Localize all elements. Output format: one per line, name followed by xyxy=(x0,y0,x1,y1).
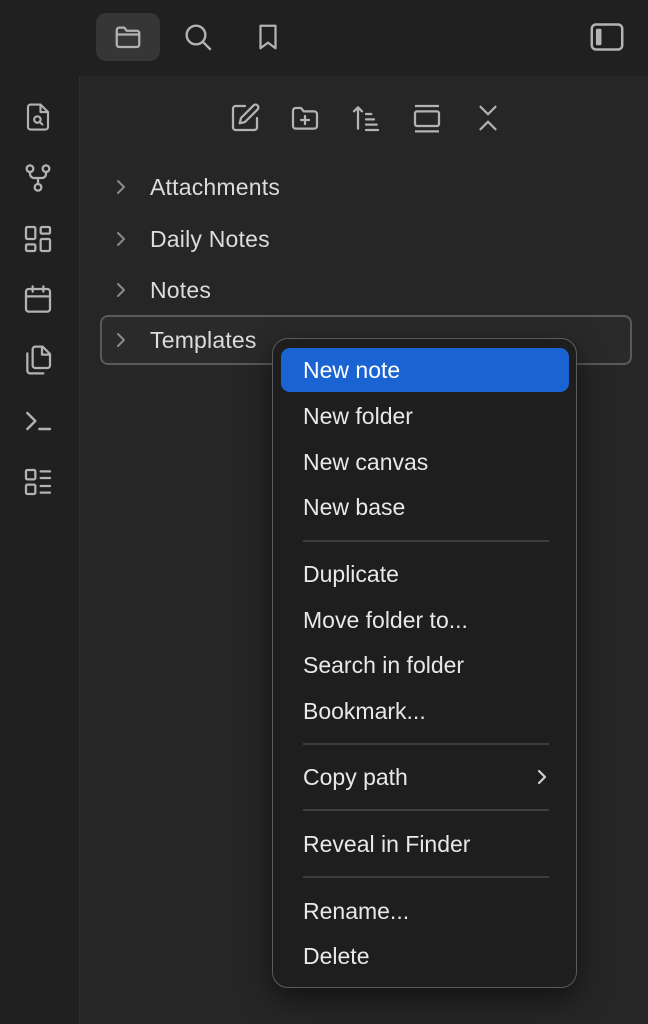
ribbon-templates[interactable] xyxy=(14,336,62,384)
menu-item-label: Copy path xyxy=(303,763,408,790)
tree-folder-label: Daily Notes xyxy=(150,225,270,252)
tree-folder-attachments[interactable]: Attachments xyxy=(100,162,632,212)
git-fork-icon xyxy=(22,162,54,194)
menu-item-reveal-in-finder[interactable]: Reveal in Finder xyxy=(281,822,569,866)
ribbon-daily-note[interactable] xyxy=(14,275,62,323)
menu-separator xyxy=(303,876,549,878)
sidebar-toggle-icon xyxy=(589,21,625,53)
menu-item-rename[interactable]: Rename... xyxy=(281,889,569,933)
menu-separator xyxy=(303,540,549,542)
ribbon-command-palette[interactable] xyxy=(14,397,62,445)
tab-files[interactable] xyxy=(96,13,160,61)
tree-folder-label: Notes xyxy=(150,276,212,303)
tree-folder-label: Attachments xyxy=(150,173,281,200)
collapse-icon xyxy=(473,102,503,134)
ribbon xyxy=(0,76,80,1024)
menu-item-new-note[interactable]: New note xyxy=(281,348,569,392)
menu-item-duplicate[interactable]: Duplicate xyxy=(281,552,569,596)
menu-item-new-canvas[interactable]: New canvas xyxy=(281,440,569,484)
tab-search[interactable] xyxy=(166,13,230,61)
calendar-icon xyxy=(22,283,54,315)
ribbon-quick-switcher[interactable] xyxy=(14,93,62,141)
bookmark-icon xyxy=(253,21,283,53)
tree-folder-label: Templates xyxy=(150,326,257,353)
sidebar-toggle-button[interactable] xyxy=(575,13,639,61)
layout-dashboard-icon xyxy=(22,223,54,255)
edit-icon xyxy=(229,102,261,134)
sidebar-tab-header xyxy=(0,0,648,76)
new-note-button[interactable] xyxy=(223,96,267,140)
menu-item-label: New folder xyxy=(303,402,413,429)
folder-icon xyxy=(111,22,145,52)
terminal-icon xyxy=(22,405,54,437)
tree-folder-daily-notes[interactable]: Daily Notes xyxy=(100,214,632,264)
search-icon xyxy=(182,21,214,53)
ribbon-graph-view[interactable] xyxy=(14,154,62,202)
menu-item-label: Duplicate xyxy=(303,560,399,587)
chevron-right-icon xyxy=(535,767,549,787)
chevron-right-icon xyxy=(114,177,140,197)
menu-separator xyxy=(303,809,549,811)
collapse-all-button[interactable] xyxy=(466,96,510,140)
chevron-right-icon xyxy=(114,330,140,350)
menu-item-bookmark[interactable]: Bookmark... xyxy=(281,689,569,733)
sort-icon xyxy=(350,102,382,134)
menu-item-label: New note xyxy=(303,356,401,383)
chevron-right-icon xyxy=(114,229,140,249)
sort-button[interactable] xyxy=(344,96,388,140)
menu-item-label: Rename... xyxy=(303,897,410,924)
tab-bookmarks[interactable] xyxy=(236,13,300,61)
context-menu: New note New folder New canvas New base … xyxy=(272,338,577,988)
file-search-icon xyxy=(23,101,53,133)
menu-item-label: Search in folder xyxy=(303,651,465,678)
menu-item-delete[interactable]: Delete xyxy=(281,934,569,978)
menu-item-label: New base xyxy=(303,493,406,520)
ribbon-bases[interactable] xyxy=(14,458,62,506)
files-icon xyxy=(22,344,54,376)
auto-reveal-button[interactable] xyxy=(405,96,449,140)
folder-plus-icon xyxy=(288,102,322,134)
menu-item-move-folder[interactable]: Move folder to... xyxy=(281,598,569,642)
menu-item-search-in-folder[interactable]: Search in folder xyxy=(281,643,569,687)
menu-item-new-folder[interactable]: New folder xyxy=(281,394,569,438)
ribbon-canvas[interactable] xyxy=(14,215,62,263)
menu-separator xyxy=(303,743,549,745)
list-layout-icon xyxy=(22,466,54,498)
menu-item-copy-path[interactable]: Copy path xyxy=(281,755,569,799)
menu-item-label: New canvas xyxy=(303,448,429,475)
chevron-right-icon xyxy=(114,280,140,300)
menu-item-label: Move folder to... xyxy=(303,606,468,633)
menu-item-new-base[interactable]: New base xyxy=(281,485,569,529)
tree-folder-notes[interactable]: Notes xyxy=(100,265,632,315)
menu-item-label: Bookmark... xyxy=(303,697,426,724)
menu-item-label: Delete xyxy=(303,942,370,969)
new-folder-button[interactable] xyxy=(283,96,327,140)
menu-item-label: Reveal in Finder xyxy=(303,830,471,857)
reveal-icon xyxy=(410,102,444,134)
